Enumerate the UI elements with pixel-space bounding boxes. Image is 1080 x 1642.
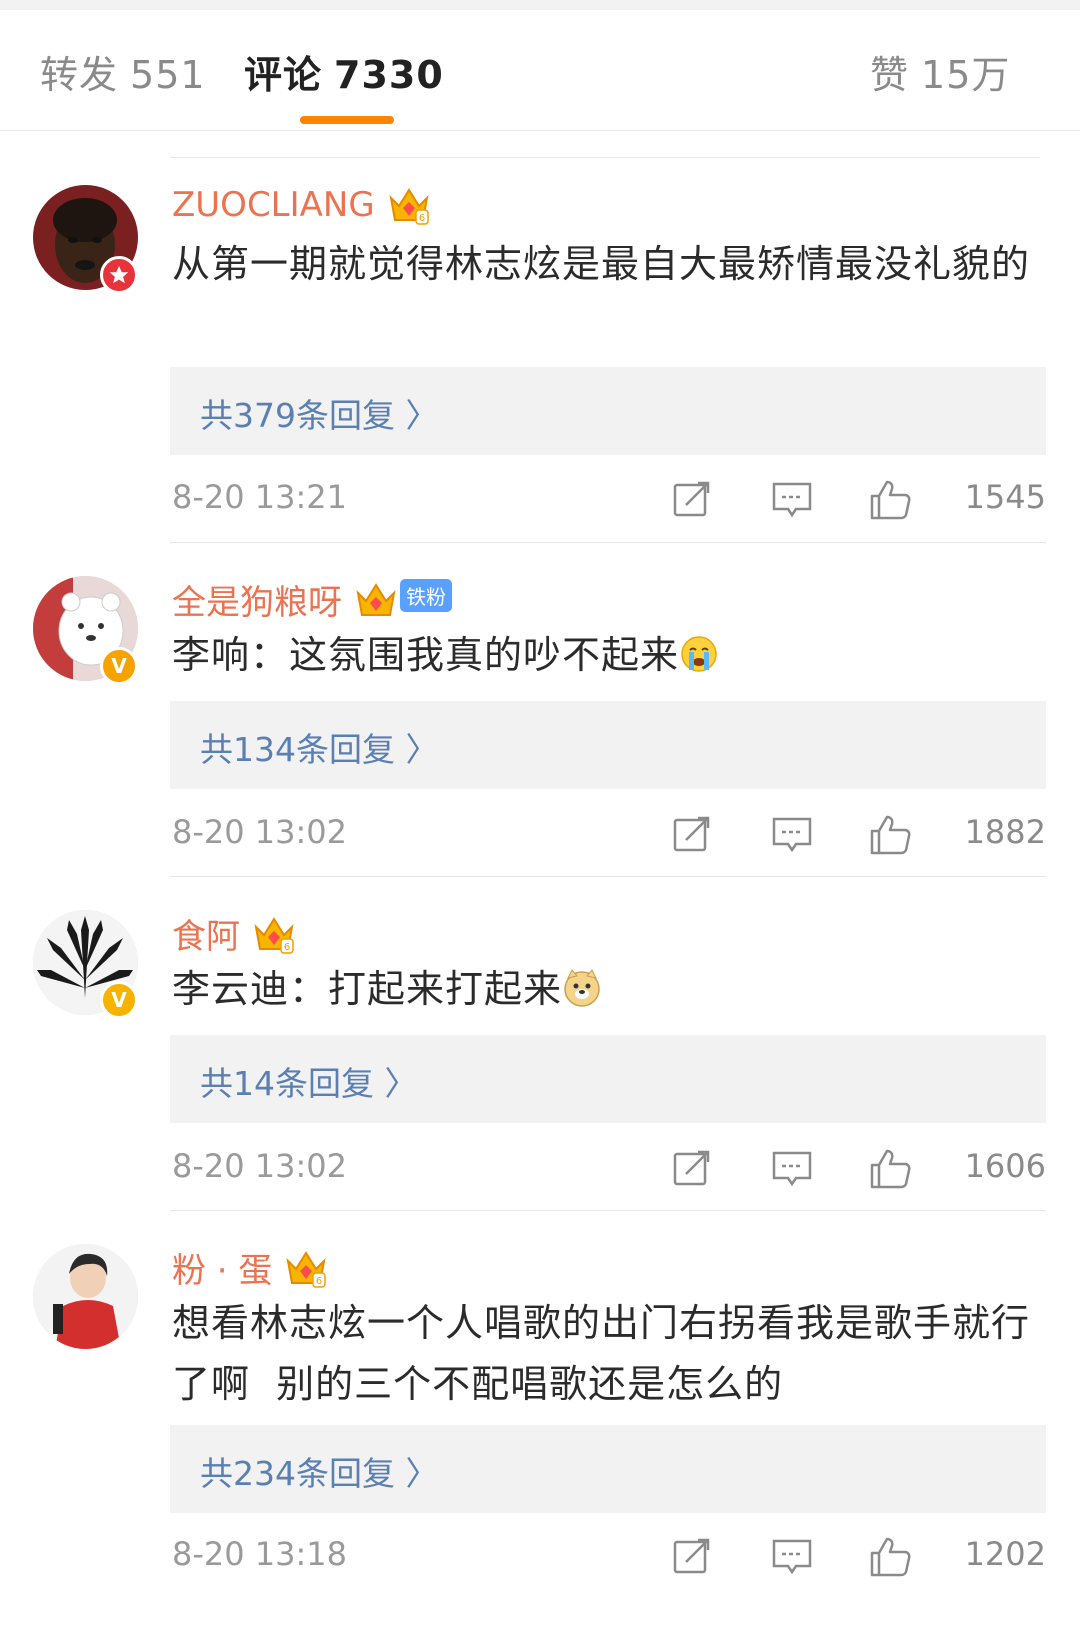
verified-v-badge: V [100,647,138,685]
comment-text-body: 李响：这氛围我真的吵不起来 [172,633,680,677]
username[interactable]: 全是狗粮呀 铁粉 [172,575,452,624]
replies-label: 共134条回复 〉 [200,730,439,769]
repost-icon[interactable] [670,1147,714,1191]
comment-meta: 8-20 13:02 1882 [170,813,1046,857]
replies-link[interactable]: 共134条回复 〉 [170,701,1046,789]
like-icon[interactable] [868,1147,912,1191]
username[interactable]: 粉 · 蛋 6 [172,1243,328,1292]
tab-like-count: 15万 [921,53,1011,97]
like-count: 1882 [964,813,1046,851]
replies-label: 共379条回复 〉 [200,396,439,435]
username-text: ZUOCLIANG [172,185,375,225]
active-tab-indicator [300,116,394,124]
comment-text: 李云迪：打起来打起来 [172,959,1042,1020]
like-count: 1202 [964,1535,1046,1573]
tab-repost-label: 转发 [40,53,119,97]
crown-icon: 6 [286,1250,327,1288]
comment-text: 从第一期就觉得林志炫是最自大最矫情最没礼貌的 [172,242,1031,286]
comment-item: ZUOCLIANG 6 从第一期就觉得林志炫是最自大最矫情最没礼貌的 共379条… [0,152,1080,542]
avatar[interactable] [33,1244,138,1349]
tab-like-label: 赞 [870,53,910,97]
username[interactable]: 食阿 6 [172,909,296,958]
comment-meta: 8-20 13:02 1606 [170,1147,1046,1191]
verified-star-badge [100,256,138,294]
tab-comment-label: 评论 [244,53,323,97]
replies-label: 共14条回复 〉 [200,1064,418,1103]
like-icon[interactable] [868,1535,912,1579]
crown-icon: 6 [254,916,294,954]
tab-repost[interactable]: 转发 551 [40,44,206,99]
tab-comment-count: 7330 [334,53,444,97]
comment-meta: 8-20 13:21 1545 [170,478,1046,522]
repost-icon[interactable] [670,813,714,857]
timestamp: 8-20 13:02 [172,1147,348,1185]
tab-like[interactable]: 赞 15万 [870,44,1010,99]
comment-icon[interactable] [770,1535,814,1579]
repost-icon[interactable] [670,478,714,522]
like-icon[interactable] [868,813,912,857]
svg-text:6: 6 [419,213,425,224]
timestamp: 8-20 13:18 [172,1535,348,1573]
replies-link[interactable]: 共234条回复 〉 [170,1425,1046,1513]
fan-tag: 铁粉 [400,579,452,612]
tab-repost-count: 551 [130,53,206,97]
replies-label: 共234条回复 〉 [200,1454,439,1493]
comment-icon[interactable] [770,1147,814,1191]
comment-text: 李响：这氛围我真的吵不起来 [172,625,1042,686]
replies-link[interactable]: 共14条回复 〉 [170,1035,1046,1123]
doge-emoji-icon [564,969,600,1007]
comment-meta: 8-20 13:18 1202 [170,1535,1046,1579]
username-text: 粉 · 蛋 [172,1251,273,1291]
comment-icon[interactable] [770,478,814,522]
tab-bar: 转发 551 评论 7330 赞 15万 [0,10,1080,131]
crown-icon [356,582,396,616]
timestamp: 8-20 13:21 [172,478,348,516]
like-icon[interactable] [868,478,912,522]
comment-text-body: 李云迪：打起来打起来 [172,967,563,1011]
svg-text:6: 6 [316,1276,322,1287]
tab-comment[interactable]: 评论 7330 [244,44,444,99]
comment-text: 想看林志炫一个人唱歌的出门右拐看我是歌手就行了啊 别的三个不配唱歌还是怎么的 [172,1301,1031,1406]
svg-text:6: 6 [284,942,290,953]
comment-item: 粉 · 蛋 6 想看林志炫一个人唱歌的出门右拐看我是歌手就行了啊 别的三个不配唱… [0,1211,1080,1642]
repost-icon[interactable] [670,1535,714,1579]
crown-icon: 6 [389,188,429,225]
timestamp: 8-20 13:02 [172,813,348,851]
replies-link[interactable]: 共379条回复 〉 [170,367,1046,455]
verified-v-badge: V [100,981,138,1019]
comment-item: V 全是狗粮呀 铁粉 李响：这氛围我真的吵不起来 共134条回复 〉 8-20 … [0,543,1080,876]
comment-icon[interactable] [770,813,814,857]
username-text: 食阿 [172,917,240,957]
comment-item: V 食阿 6 李云迪：打起来打起来 共14条回复 〉 8-20 13:02 16… [0,877,1080,1210]
username-text: 全是狗粮呀 [172,583,342,623]
crying-emoji-icon [681,636,717,672]
like-count: 1606 [964,1147,1046,1185]
like-count: 1545 [964,478,1046,516]
username[interactable]: ZUOCLIANG 6 [172,184,431,226]
